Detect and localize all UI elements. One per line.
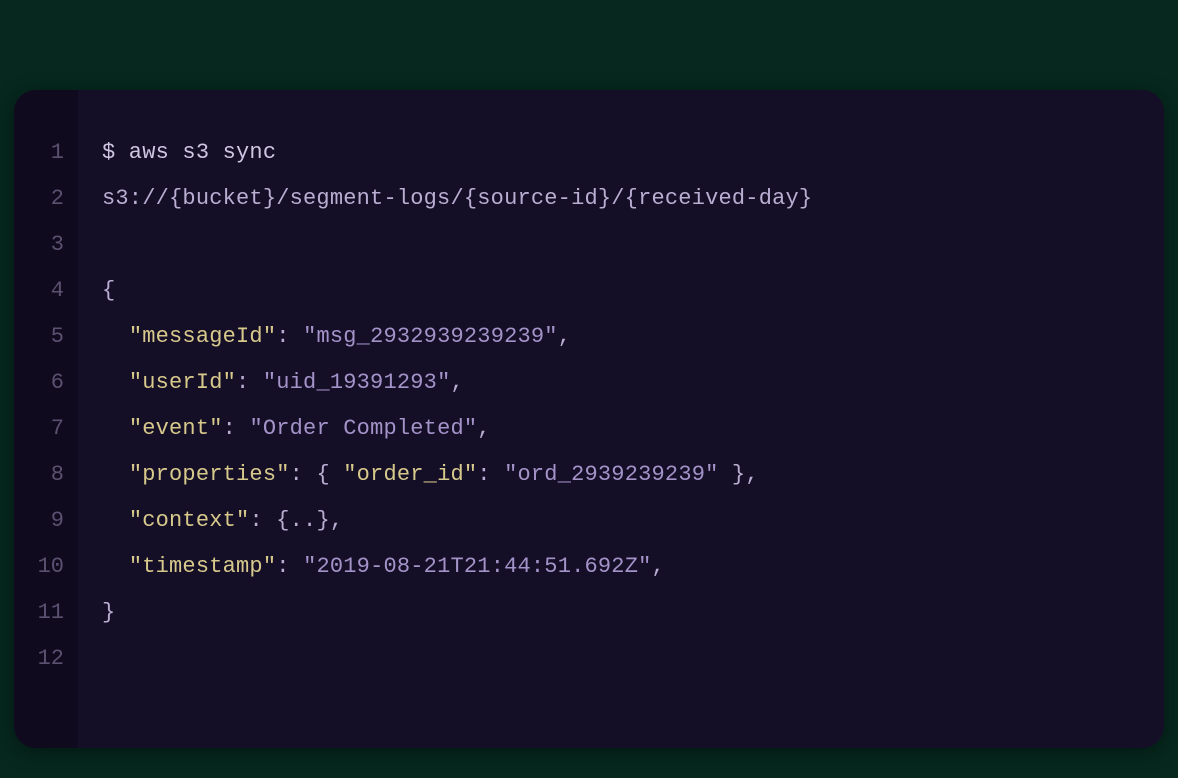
code-token: "uid_19391293" (263, 370, 451, 395)
code-token: : {..}, (249, 508, 343, 533)
code-token: : { (290, 462, 344, 487)
code-token: "userId" (129, 370, 236, 395)
code-line[interactable]: "timestamp": "2019-08-21T21:44:51.692Z", (102, 544, 1140, 590)
code-token: : (236, 370, 263, 395)
code-token: , (450, 370, 463, 395)
code-line[interactable] (102, 222, 1140, 268)
code-token: { (102, 278, 115, 303)
code-token: "msg_2932939239239" (303, 324, 558, 349)
code-line[interactable]: "context": {..}, (102, 498, 1140, 544)
code-token (102, 462, 129, 487)
code-token: } (102, 600, 115, 625)
code-panel: 123456789101112 $ aws s3 syncs3://{bucke… (14, 90, 1164, 748)
code-token: "properties" (129, 462, 290, 487)
line-number: 6 (14, 360, 78, 406)
line-number: 4 (14, 268, 78, 314)
line-number: 9 (14, 498, 78, 544)
code-line[interactable]: "userId": "uid_19391293", (102, 360, 1140, 406)
line-number: 10 (14, 544, 78, 590)
code-line[interactable]: "messageId": "msg_2932939239239", (102, 314, 1140, 360)
line-number: 1 (14, 130, 78, 176)
line-number: 2 (14, 176, 78, 222)
code-token (102, 508, 129, 533)
code-token: , (652, 554, 665, 579)
code-token: "ord_2939239239" (504, 462, 718, 487)
code-line[interactable] (102, 636, 1140, 682)
code-token (102, 416, 129, 441)
code-line[interactable]: $ aws s3 sync (102, 130, 1140, 176)
code-token (102, 324, 129, 349)
code-token: : (477, 462, 504, 487)
code-token: "order_id" (343, 462, 477, 487)
code-token: "messageId" (129, 324, 276, 349)
line-number: 5 (14, 314, 78, 360)
line-number: 3 (14, 222, 78, 268)
code-token: "context" (129, 508, 250, 533)
code-line[interactable]: "properties": { "order_id": "ord_2939239… (102, 452, 1140, 498)
code-token: , (558, 324, 571, 349)
code-token (102, 554, 129, 579)
code-token (102, 370, 129, 395)
line-number: 12 (14, 636, 78, 682)
code-token: "2019-08-21T21:44:51.692Z" (303, 554, 651, 579)
code-line[interactable]: { (102, 268, 1140, 314)
line-number: 8 (14, 452, 78, 498)
code-token: "event" (129, 416, 223, 441)
code-token: }, (719, 462, 759, 487)
line-number-gutter: 123456789101112 (14, 90, 78, 748)
line-number: 11 (14, 590, 78, 636)
code-token: : (223, 416, 250, 441)
code-line[interactable]: s3://{bucket}/segment-logs/{source-id}/{… (102, 176, 1140, 222)
code-token: "timestamp" (129, 554, 276, 579)
code-token: "Order Completed" (249, 416, 477, 441)
code-line[interactable]: } (102, 590, 1140, 636)
code-area[interactable]: $ aws s3 sync s3://{bucket}/segment-logs/… (78, 90, 1164, 748)
code-token: $ aws s3 sync (102, 140, 276, 165)
code-token: s3://{bucket}/segment-logs/{source-id}/{… (102, 186, 812, 211)
code-token: : (276, 324, 303, 349)
code-line[interactable]: "event": "Order Completed", (102, 406, 1140, 452)
line-number: 7 (14, 406, 78, 452)
code-token: , (477, 416, 490, 441)
code-token: : (276, 554, 303, 579)
